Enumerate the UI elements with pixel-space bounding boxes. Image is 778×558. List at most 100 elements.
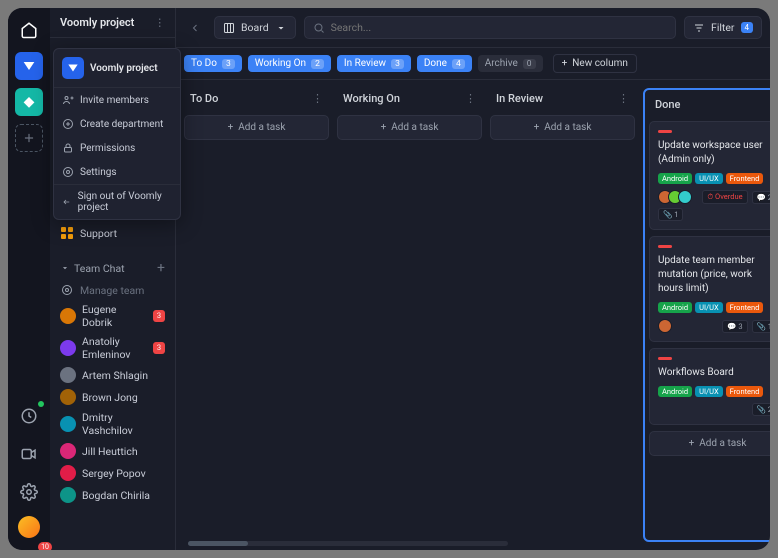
dropdown-sign-out[interactable]: Sign out of Voomly project: [54, 185, 180, 219]
task-card[interactable]: ⋮Update workspace user (Admin only)Andro…: [649, 121, 770, 230]
task-card[interactable]: ⋮Workflows BoardAndroidUI/UXFrontend📎 2: [649, 348, 770, 425]
tag: UI/UX: [695, 173, 723, 184]
card-title: Update team member mutation (price, work…: [658, 254, 770, 296]
workspace-teal[interactable]: ◆: [15, 88, 43, 116]
tag: Android: [658, 302, 692, 313]
card-menu-icon[interactable]: ⋮: [767, 243, 770, 257]
clock-icon[interactable]: [15, 402, 43, 430]
channel-item[interactable]: Support: [50, 222, 175, 244]
tab-count: 2: [311, 59, 324, 69]
priority-stripe: [658, 357, 672, 360]
add-task-button[interactable]: +Add a task: [184, 115, 329, 140]
tab-count: 4: [452, 59, 465, 69]
filter-count-badge: 4: [741, 22, 754, 33]
tab-archive[interactable]: Archive0: [478, 55, 543, 72]
column-menu-icon[interactable]: ⋮: [312, 92, 323, 105]
search-icon: [313, 22, 325, 34]
plus-icon: +: [381, 122, 387, 133]
member-item[interactable]: Dmitry Vashchilov: [50, 408, 175, 440]
manage-team-item[interactable]: Manage team: [50, 280, 175, 300]
user-avatar[interactable]: [18, 516, 40, 538]
grid-icon: [60, 226, 74, 240]
tab-in-review[interactable]: In Review3: [337, 55, 411, 72]
tab-count: 3: [391, 59, 404, 69]
task-card[interactable]: ⋮Update team member mutation (price, wor…: [649, 236, 770, 342]
column-menu-icon[interactable]: ⋮: [465, 92, 476, 105]
add-task-button[interactable]: +Add a task: [649, 431, 770, 456]
member-avatar: [60, 367, 76, 383]
horizontal-scrollbar[interactable]: [188, 541, 508, 546]
team-chat-toggle[interactable]: Team Chat +: [50, 256, 175, 280]
dropdown-permissions[interactable]: Permissions: [54, 136, 180, 160]
add-task-button[interactable]: +Add a task: [337, 115, 482, 140]
member-item[interactable]: Anatoliy Emleninov3: [50, 332, 175, 364]
project-dropdown: Voomly project Invite members Create dep…: [53, 48, 181, 220]
tab-working-on[interactable]: Working On2: [248, 55, 331, 72]
attachment-count: 📎 2: [752, 403, 770, 416]
member-avatar: [60, 416, 76, 432]
plus-icon: +: [689, 438, 695, 449]
workspace-voomly[interactable]: 10: [15, 52, 43, 80]
overdue-chip: ⏱ Overdue: [702, 190, 747, 204]
member-avatar: [60, 340, 76, 356]
member-item[interactable]: Artem Shlagin: [50, 364, 175, 386]
back-button[interactable]: [184, 17, 206, 39]
dropdown-settings[interactable]: Settings: [54, 160, 180, 184]
column-menu-icon[interactable]: ⋮: [769, 98, 770, 111]
dropdown-invite-members[interactable]: Invite members: [54, 88, 180, 112]
column-in-review: In Review⋮ +Add a task: [490, 88, 635, 542]
member-badge: 3: [153, 342, 165, 354]
attachment-count: 📎 1: [658, 208, 683, 221]
add-task-button[interactable]: +Add a task: [490, 115, 635, 140]
new-column-button[interactable]: + New column: [553, 54, 637, 73]
project-title: Voomly project: [60, 16, 134, 29]
comment-count: 💬 2: [752, 191, 770, 204]
column-header: Done⋮: [649, 94, 770, 115]
member-avatar: [60, 487, 76, 503]
column-header: In Review⋮: [490, 88, 635, 109]
member-item[interactable]: Sergey Popov: [50, 462, 175, 484]
member-avatar: [60, 465, 76, 481]
home-icon[interactable]: [15, 16, 43, 44]
member-avatar: [60, 389, 76, 405]
priority-stripe: [658, 245, 672, 248]
member-avatar: [60, 443, 76, 459]
priority-stripe: [658, 130, 672, 133]
tag: Frontend: [726, 173, 764, 184]
add-member-icon[interactable]: +: [157, 260, 165, 276]
column-header: To Do⋮: [184, 88, 329, 109]
filter-button[interactable]: Filter 4: [684, 16, 762, 39]
card-menu-icon[interactable]: ⋮: [767, 128, 770, 142]
tag: Frontend: [726, 302, 764, 313]
column-working-on: Working On⋮+Add a task: [337, 88, 482, 542]
view-selector[interactable]: Board: [214, 16, 296, 39]
tag: Android: [658, 173, 692, 184]
column-menu-icon[interactable]: ⋮: [618, 92, 629, 105]
member-item[interactable]: Eugene Dobrik3: [50, 300, 175, 332]
member-item[interactable]: Brown Jong: [50, 386, 175, 408]
card-title: Workflows Board: [658, 366, 770, 380]
tag: Android: [658, 386, 692, 397]
attachment-count: 📎 1: [752, 320, 770, 333]
card-menu-icon[interactable]: ⋮: [767, 355, 770, 369]
board-icon: [223, 22, 235, 34]
settings-icon[interactable]: [15, 478, 43, 506]
filter-icon: [693, 22, 705, 34]
column-to-do: To Do⋮ +Add a task: [184, 88, 329, 542]
tag: UI/UX: [695, 302, 723, 313]
member-avatar: [60, 308, 76, 324]
gear-icon: [60, 283, 74, 297]
comment-count: 💬 3: [722, 320, 747, 333]
video-icon[interactable]: [15, 440, 43, 468]
project-menu-icon[interactable]: ⋮: [155, 16, 166, 29]
search-input[interactable]: [331, 21, 667, 34]
tab-done[interactable]: Done4: [417, 55, 472, 72]
tab-count: 0: [523, 59, 536, 69]
tag: UI/UX: [695, 386, 723, 397]
plus-icon: +: [562, 58, 568, 69]
add-workspace-button[interactable]: [15, 124, 43, 152]
member-item[interactable]: Bogdan Chirila: [50, 484, 175, 506]
tab-to-do[interactable]: To Do3: [184, 55, 242, 72]
member-item[interactable]: Jill Heuttich: [50, 440, 175, 462]
dropdown-create-department[interactable]: Create department: [54, 112, 180, 136]
